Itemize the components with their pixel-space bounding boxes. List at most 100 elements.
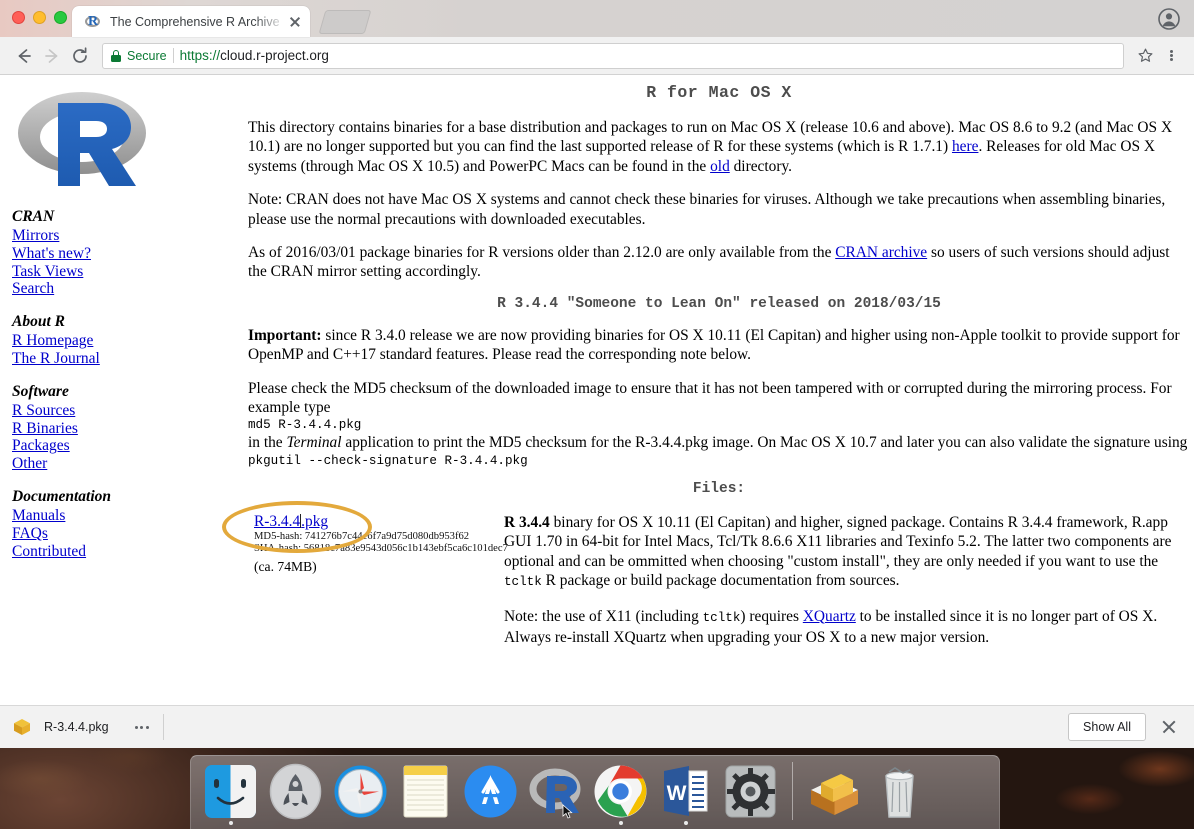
files-heading: Files:	[248, 481, 1190, 497]
cran-sidebar: CRAN Mirrors What's new? Task Views Sear…	[0, 75, 240, 560]
release-heading: R 3.4.4 "Someone to Lean On" released on…	[248, 296, 1190, 312]
md5-hash-text: MD5-hash: 741276b7c44e6f7a9d75d080db953f…	[254, 531, 502, 543]
running-indicator	[619, 821, 623, 825]
sidebar-group-documentation: Documentation Manuals FAQs Contributed	[8, 488, 240, 560]
sha-hash-text: SHA-hash: 56818c7a83e9543d056c1b143ebf5c…	[254, 543, 502, 555]
browser-tab-active[interactable]: R The Comprehensive R Archive	[72, 6, 310, 37]
browser-window: R The Comprehensive R Archive	[0, 0, 1194, 748]
dock-item-app-store[interactable]	[461, 762, 520, 821]
code-pkgutil-command: pkgutil --check-signature R-3.4.4.pkg	[248, 453, 1190, 469]
running-indicator	[684, 821, 688, 825]
maximize-window-button[interactable]	[54, 11, 67, 24]
dock-separator	[792, 762, 793, 820]
macos-dock: W	[190, 755, 1000, 829]
package-file-icon	[12, 717, 32, 737]
paragraph-terminal: in the Terminal application to print the…	[248, 433, 1190, 452]
sidebar-item-faqs[interactable]: FAQs	[12, 525, 240, 543]
link-here[interactable]: here	[952, 138, 978, 155]
link-old[interactable]: old	[710, 158, 730, 175]
sidebar-item-packages[interactable]: Packages	[12, 437, 240, 455]
files-row: R-3.4.4.pkg MD5-hash: 741276b7c44e6f7a9d…	[248, 513, 1190, 661]
file-size-text: (ca. 74MB)	[254, 559, 502, 575]
sidebar-item-whats-new[interactable]: What's new?	[12, 245, 240, 263]
paragraph-archive: As of 2016/03/01 package binaries for R …	[248, 243, 1190, 282]
window-traffic-lights	[12, 11, 67, 24]
download-shelf: R-3.4.4.pkg Show All	[0, 705, 1194, 748]
dock-item-system-preferences[interactable]	[721, 762, 780, 821]
paragraph-virus-note: Note: CRAN does not have Mac OS X system…	[248, 190, 1190, 229]
r-project-logo	[12, 81, 152, 193]
link-xquartz[interactable]: XQuartz	[803, 608, 856, 625]
sidebar-heading: CRAN	[12, 208, 240, 226]
reload-button[interactable]	[66, 42, 94, 70]
sidebar-group-about-r: About R R Homepage The R Journal	[8, 313, 240, 368]
terminal-text-post: application to print the MD5 checksum fo…	[342, 434, 1188, 451]
tab-strip: R The Comprehensive R Archive	[0, 0, 1194, 37]
bookmark-star-icon[interactable]	[1132, 43, 1158, 69]
sidebar-item-contributed[interactable]: Contributed	[12, 543, 240, 561]
download-item[interactable]: R-3.4.4.pkg	[12, 717, 149, 737]
sidebar-group-cran: CRAN Mirrors What's new? Task Views Sear…	[8, 208, 240, 298]
running-indicator	[229, 821, 233, 825]
sidebar-item-r-homepage[interactable]: R Homepage	[12, 332, 240, 350]
sidebar-item-r-binaries[interactable]: R Binaries	[12, 420, 240, 438]
sidebar-item-other[interactable]: Other	[12, 455, 240, 473]
dock-item-launchpad[interactable]	[266, 762, 325, 821]
dock-item-microsoft-word[interactable]: W	[656, 762, 715, 821]
sidebar-item-r-sources[interactable]: R Sources	[12, 402, 240, 420]
new-tab-button[interactable]	[319, 10, 372, 34]
download-file-name: R-3.4.4.pkg	[44, 720, 109, 734]
sidebar-heading: About R	[12, 313, 240, 331]
sidebar-item-task-views[interactable]: Task Views	[12, 263, 240, 281]
dock-item-notes[interactable]	[396, 762, 455, 821]
code-tcltk: tcltk	[504, 575, 542, 589]
shelf-divider	[163, 714, 164, 740]
profile-avatar-icon[interactable]	[1158, 8, 1180, 30]
url-scheme: https://	[180, 48, 221, 63]
file-version-bold: R 3.4.4	[504, 514, 550, 531]
sidebar-item-search[interactable]: Search	[12, 280, 240, 298]
dock-item-finder[interactable]	[201, 762, 260, 821]
back-button[interactable]	[10, 42, 38, 70]
show-all-downloads-button[interactable]: Show All	[1068, 713, 1146, 741]
forward-button[interactable]	[38, 42, 66, 70]
minimize-window-button[interactable]	[33, 11, 46, 24]
paragraph-xquartz-note: Note: the use of X11 (including tcltk) r…	[504, 607, 1190, 648]
terminal-emphasis: Terminal	[286, 434, 341, 451]
archive-text-a: As of 2016/03/01 package binaries for R …	[248, 244, 835, 261]
tab-title: The Comprehensive R Archive	[110, 15, 286, 29]
sidebar-item-r-journal[interactable]: The R Journal	[12, 350, 240, 368]
main-content: R for Mac OS X This directory contains b…	[248, 75, 1190, 661]
favicon-letter: R	[88, 14, 105, 29]
code-md5-command: md5 R-3.4.4.pkg	[248, 417, 1190, 433]
chrome-menu-icon[interactable]	[1158, 43, 1184, 69]
xquartz-text-a: Note: the use of X11 (including	[504, 608, 703, 625]
terminal-text-pre: in the	[248, 434, 286, 451]
sidebar-item-mirrors[interactable]: Mirrors	[12, 227, 240, 245]
url-text: https://cloud.r-project.org	[180, 48, 329, 63]
dock-item-r-app[interactable]	[526, 762, 585, 821]
r-favicon-icon: R	[84, 13, 101, 30]
pkg-link-name: R-3.4.4	[254, 513, 300, 530]
address-bar[interactable]: Secure https://cloud.r-project.org	[102, 43, 1124, 69]
close-window-button[interactable]	[12, 11, 25, 24]
page-title: R for Mac OS X	[248, 83, 1190, 102]
dock-item-package-installer[interactable]	[805, 762, 864, 821]
paragraph-md5: Please check the MD5 checksum of the dow…	[248, 379, 1190, 418]
dock-item-safari[interactable]	[331, 762, 390, 821]
dock-item-google-chrome[interactable]	[591, 762, 650, 821]
browser-toolbar: Secure https://cloud.r-project.org	[0, 37, 1194, 75]
dock-item-trash[interactable]	[870, 762, 929, 821]
important-label: Important:	[248, 327, 322, 344]
lock-icon	[111, 50, 121, 62]
link-cran-archive[interactable]: CRAN archive	[835, 244, 927, 261]
download-more-icon[interactable]	[135, 726, 149, 729]
close-tab-icon[interactable]	[286, 13, 304, 31]
code-tcltk-2: tcltk	[703, 611, 741, 625]
svg-text:W: W	[667, 782, 687, 805]
download-link-r-pkg[interactable]: R-3.4.4.pkg	[254, 513, 328, 530]
paragraph-important: Important: since R 3.4.0 release we are …	[248, 326, 1190, 365]
omnibox-divider	[173, 48, 174, 63]
close-shelf-icon[interactable]	[1156, 714, 1182, 740]
sidebar-item-manuals[interactable]: Manuals	[12, 507, 240, 525]
